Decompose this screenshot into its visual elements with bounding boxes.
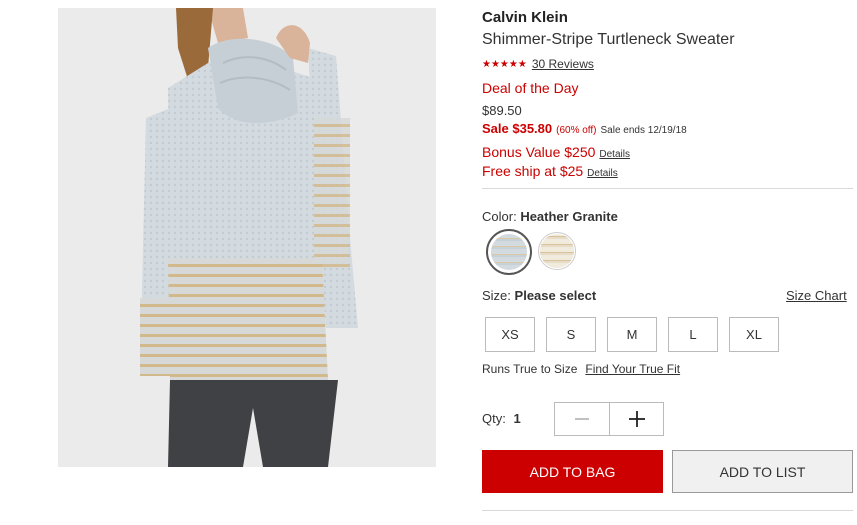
- size-label: Size: Please select: [482, 288, 596, 303]
- shipping-offer-label: Free ship at $25: [482, 163, 584, 179]
- quantity-stepper: [554, 402, 664, 436]
- divider: [482, 510, 853, 511]
- bonus-details-link[interactable]: Details: [599, 149, 630, 160]
- add-to-list-button[interactable]: ADD TO LIST: [672, 450, 853, 493]
- rating-row: ★★★★★ 30 Reviews: [482, 57, 594, 71]
- size-option-m[interactable]: M: [607, 317, 657, 352]
- deal-of-the-day-label: Deal of the Day: [482, 80, 579, 96]
- fit-text: Runs True to Size: [482, 362, 578, 376]
- star-rating-icon: ★★★★★: [482, 58, 527, 70]
- shipping-details-link[interactable]: Details: [587, 168, 618, 179]
- size-option-xs[interactable]: XS: [485, 317, 535, 352]
- product-details: Calvin Klein Shimmer-Stripe Turtleneck S…: [482, 0, 854, 525]
- add-to-bag-button[interactable]: ADD TO BAG: [482, 450, 663, 493]
- color-label-text: Color:: [482, 209, 517, 224]
- increase-quantity-button[interactable]: [609, 403, 663, 435]
- bonus-offer-label: Bonus Value $250: [482, 144, 596, 160]
- original-price: $89.50: [482, 103, 522, 118]
- decrease-quantity-button[interactable]: [555, 403, 609, 435]
- color-swatch-heather-granite[interactable]: [486, 229, 532, 275]
- quantity-label: Qty: 1: [482, 411, 521, 426]
- brand-name[interactable]: Calvin Klein: [482, 9, 568, 26]
- fit-info: Runs True to Size Find Your True Fit: [482, 362, 680, 376]
- reviews-link[interactable]: 30 Reviews: [532, 57, 594, 71]
- minus-icon: [575, 418, 589, 420]
- percent-off: (60% off): [556, 125, 597, 136]
- size-option-l[interactable]: L: [668, 317, 718, 352]
- sale-end-date: Sale ends 12/19/18: [600, 125, 687, 136]
- size-label-text: Size:: [482, 288, 511, 303]
- divider: [482, 188, 853, 189]
- size-selection-prompt: Please select: [514, 288, 597, 303]
- sale-price-row: Sale $35.80 (60% off) Sale ends 12/19/18: [482, 121, 687, 136]
- product-photo: [58, 8, 436, 467]
- color-label: Color: Heather Granite: [482, 209, 618, 224]
- size-option-xl[interactable]: XL: [729, 317, 779, 352]
- true-fit-link[interactable]: Find Your True Fit: [585, 362, 680, 376]
- swatch-fill: [491, 234, 527, 270]
- size-chart-link[interactable]: Size Chart: [786, 288, 847, 303]
- selected-color-name: Heather Granite: [520, 209, 618, 224]
- shipping-offer: Free ship at $25 Details: [482, 163, 618, 179]
- quantity-value: 1: [513, 411, 521, 426]
- quantity-label-text: Qty:: [482, 411, 506, 426]
- bonus-offer: Bonus Value $250 Details: [482, 144, 630, 160]
- plus-icon: [628, 411, 645, 427]
- swatch-fill: [540, 234, 574, 268]
- product-title: Shimmer-Stripe Turtleneck Sweater: [482, 31, 735, 48]
- size-option-s[interactable]: S: [546, 317, 596, 352]
- product-image[interactable]: [58, 8, 436, 467]
- color-swatch-ivory[interactable]: [538, 232, 576, 270]
- sale-price: Sale $35.80: [482, 121, 553, 136]
